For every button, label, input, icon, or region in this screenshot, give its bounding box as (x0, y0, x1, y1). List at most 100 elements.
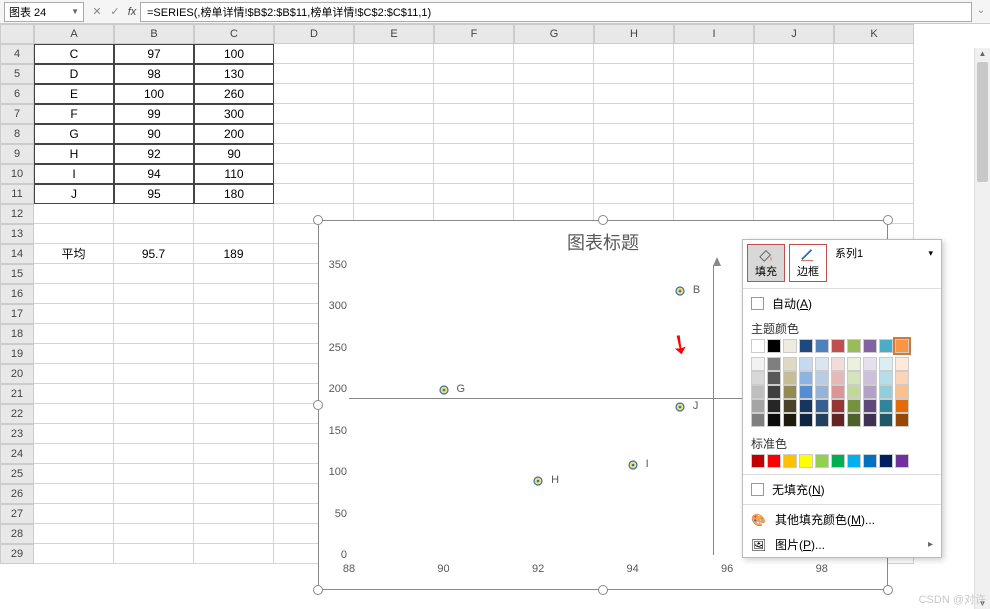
cell[interactable] (34, 484, 114, 504)
cell[interactable] (34, 324, 114, 344)
color-swatch[interactable] (751, 339, 765, 353)
cell[interactable] (274, 104, 354, 124)
cell[interactable] (194, 504, 274, 524)
name-box[interactable]: 图表 24 ▼ (4, 2, 84, 22)
color-swatch[interactable] (799, 385, 813, 399)
color-swatch[interactable] (863, 385, 877, 399)
data-marker[interactable] (533, 475, 543, 485)
cell[interactable] (674, 64, 754, 84)
cell[interactable] (754, 124, 834, 144)
cell[interactable]: F (34, 104, 114, 124)
cell[interactable] (434, 184, 514, 204)
cell[interactable] (434, 124, 514, 144)
cell[interactable] (34, 544, 114, 564)
series-selector[interactable]: 系列1 ▾ (831, 244, 937, 262)
color-swatch[interactable] (895, 339, 909, 353)
color-swatch[interactable] (879, 357, 893, 371)
color-swatch[interactable] (783, 454, 797, 468)
color-swatch[interactable] (879, 413, 893, 427)
row-header[interactable]: 25 (0, 464, 34, 484)
cell[interactable] (834, 104, 914, 124)
data-marker[interactable] (628, 459, 638, 469)
color-swatch[interactable] (767, 385, 781, 399)
cell[interactable] (514, 64, 594, 84)
color-swatch[interactable] (751, 357, 765, 371)
color-swatch[interactable] (767, 399, 781, 413)
row-header[interactable]: 17 (0, 304, 34, 324)
color-swatch[interactable] (879, 371, 893, 385)
scroll-up-icon[interactable]: ▲ (975, 49, 990, 58)
cell[interactable] (114, 264, 194, 284)
color-swatch[interactable] (847, 357, 861, 371)
color-swatch[interactable] (815, 371, 829, 385)
color-swatch[interactable] (863, 454, 877, 468)
color-swatch[interactable] (815, 339, 829, 353)
cell[interactable] (674, 84, 754, 104)
more-colors-item[interactable]: 🎨 其他填充颜色(M)... (743, 507, 941, 532)
cell[interactable] (114, 544, 194, 564)
color-swatch[interactable] (895, 385, 909, 399)
row-header[interactable]: 11 (0, 184, 34, 204)
row-header[interactable]: 6 (0, 84, 34, 104)
cell[interactable] (114, 384, 194, 404)
cell[interactable] (34, 404, 114, 424)
cell[interactable] (514, 44, 594, 64)
cell[interactable]: 95 (114, 184, 194, 204)
cell[interactable] (34, 304, 114, 324)
cell[interactable]: 200 (194, 124, 274, 144)
color-swatch[interactable] (831, 357, 845, 371)
color-swatch[interactable] (831, 413, 845, 427)
cell[interactable] (434, 64, 514, 84)
color-swatch[interactable] (847, 399, 861, 413)
column-header[interactable]: A (34, 24, 114, 44)
cell[interactable] (434, 44, 514, 64)
resize-handle[interactable] (883, 585, 893, 595)
cell[interactable] (674, 44, 754, 64)
cell[interactable] (674, 164, 754, 184)
cell[interactable]: 189 (194, 244, 274, 264)
cell[interactable] (514, 164, 594, 184)
formula-expand-icon[interactable]: ⌄ (974, 5, 988, 16)
cell[interactable] (594, 164, 674, 184)
color-swatch[interactable] (831, 399, 845, 413)
cell[interactable]: H (34, 144, 114, 164)
cell[interactable] (274, 184, 354, 204)
color-swatch[interactable] (863, 371, 877, 385)
cell[interactable] (834, 84, 914, 104)
cell[interactable] (514, 104, 594, 124)
column-header[interactable]: C (194, 24, 274, 44)
resize-handle[interactable] (598, 215, 608, 225)
fill-button[interactable]: 填充 (747, 244, 785, 282)
cell[interactable] (834, 184, 914, 204)
cell[interactable] (834, 144, 914, 164)
color-swatch[interactable] (847, 385, 861, 399)
row-header[interactable]: 14 (0, 244, 34, 264)
auto-fill-item[interactable]: 自动(A) (743, 291, 941, 316)
cell[interactable]: I (34, 164, 114, 184)
color-swatch[interactable] (895, 454, 909, 468)
cell[interactable] (34, 344, 114, 364)
cell[interactable]: D (34, 64, 114, 84)
cell[interactable] (114, 344, 194, 364)
cell[interactable] (114, 404, 194, 424)
cell[interactable] (754, 164, 834, 184)
row-header[interactable]: 16 (0, 284, 34, 304)
scrollbar-thumb[interactable] (977, 62, 988, 182)
cell[interactable] (194, 524, 274, 544)
cell[interactable] (514, 144, 594, 164)
cell[interactable] (114, 324, 194, 344)
cell[interactable] (834, 44, 914, 64)
color-swatch[interactable] (815, 385, 829, 399)
color-swatch[interactable] (767, 339, 781, 353)
cell[interactable] (754, 184, 834, 204)
row-header[interactable]: 26 (0, 484, 34, 504)
color-swatch[interactable] (895, 399, 909, 413)
cell[interactable] (34, 224, 114, 244)
cell[interactable]: 99 (114, 104, 194, 124)
color-swatch[interactable] (799, 371, 813, 385)
cell[interactable] (34, 384, 114, 404)
cell[interactable] (34, 264, 114, 284)
cell[interactable] (114, 304, 194, 324)
cell[interactable] (354, 44, 434, 64)
cell[interactable] (754, 84, 834, 104)
